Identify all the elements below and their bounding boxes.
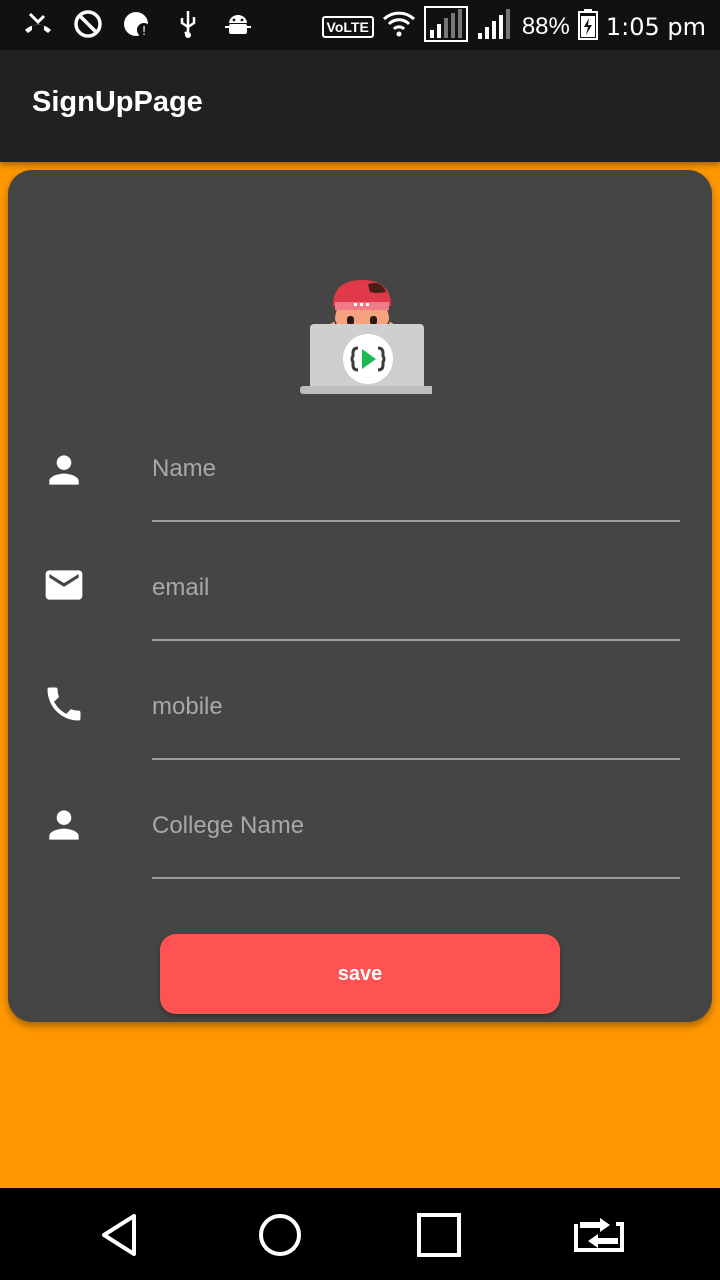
status-notification-icons: ! bbox=[22, 8, 254, 40]
switch-app-icon[interactable] bbox=[572, 1210, 624, 1260]
home-icon[interactable] bbox=[255, 1210, 305, 1260]
data-saver-icon: ! bbox=[122, 8, 154, 40]
page-title: SignUpPage bbox=[32, 86, 203, 118]
status-system-icons: VoLTE 88% 1:05 pm bbox=[321, 6, 706, 47]
email-input[interactable] bbox=[152, 565, 680, 611]
person-icon bbox=[42, 803, 86, 847]
navigation-bar bbox=[0, 1188, 720, 1280]
college-name-underline bbox=[152, 877, 680, 879]
recents-icon[interactable] bbox=[414, 1210, 464, 1260]
name-field-row bbox=[8, 440, 712, 540]
signal-sim1-icon bbox=[423, 6, 468, 47]
phone-icon bbox=[42, 682, 86, 726]
missed-call-icon bbox=[22, 8, 54, 40]
back-icon[interactable] bbox=[96, 1210, 146, 1260]
signal-sim2-icon bbox=[476, 7, 514, 46]
app-bar: SignUpPage bbox=[0, 50, 720, 162]
person-icon bbox=[42, 448, 86, 492]
save-button[interactable]: save bbox=[160, 934, 560, 1014]
status-bar: ! VoLTE 88% 1:05 pm bbox=[0, 0, 720, 50]
usb-icon bbox=[172, 8, 204, 40]
battery-icon bbox=[577, 8, 598, 45]
email-underline bbox=[152, 639, 680, 641]
developer-avatar-illustration bbox=[290, 222, 436, 398]
name-underline bbox=[152, 520, 680, 522]
volte-badge: VoLTE bbox=[321, 15, 374, 38]
battery-percent: 88% bbox=[521, 12, 570, 40]
college-field-row bbox=[8, 797, 712, 897]
mobile-underline bbox=[152, 758, 680, 760]
svg-text:!: ! bbox=[142, 24, 147, 38]
college-name-input[interactable] bbox=[152, 803, 680, 849]
email-icon bbox=[42, 563, 86, 607]
email-field-row bbox=[8, 559, 712, 659]
android-debug-icon bbox=[222, 8, 254, 40]
name-input[interactable] bbox=[152, 446, 680, 492]
mobile-field-row bbox=[8, 678, 712, 778]
mobile-input[interactable] bbox=[152, 684, 680, 730]
clock: 1:05 pm bbox=[605, 12, 706, 41]
signup-card: save bbox=[8, 170, 712, 1022]
wifi-icon bbox=[382, 9, 416, 44]
do-not-disturb-icon bbox=[72, 8, 104, 40]
